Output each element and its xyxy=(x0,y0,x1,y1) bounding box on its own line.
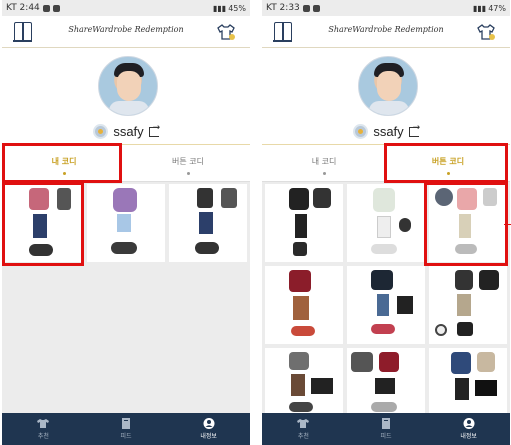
nav-profile[interactable]: 내정보 xyxy=(427,413,510,445)
outfit-grid xyxy=(262,182,510,428)
user-line: ssafy xyxy=(262,123,510,139)
outfit-card[interactable] xyxy=(429,184,507,262)
avatar xyxy=(358,56,418,116)
nav-feed[interactable]: 피드 xyxy=(345,413,428,445)
outfit-card[interactable] xyxy=(5,184,83,262)
shirt-hanger-icon[interactable] xyxy=(216,22,236,42)
status-time: KT 2:33 xyxy=(266,3,300,13)
bottom-navigation: 추천 피드 내정보 xyxy=(2,413,250,445)
outfit-card[interactable] xyxy=(429,266,507,344)
book-icon xyxy=(382,418,390,429)
status-bar: KT 2:44 ▮▮▮ 45% xyxy=(2,0,250,16)
tab-saved-outfits[interactable]: 버튼 코디 xyxy=(126,145,250,181)
app-title: ShareWardrobe Redemption xyxy=(328,25,444,34)
level-badge-icon xyxy=(353,124,369,139)
nav-label: 내정보 xyxy=(460,433,477,440)
annotation-pointer xyxy=(504,224,511,225)
shirt-hanger-icon[interactable] xyxy=(476,22,496,42)
status-bar: KT 2:33 ▮▮▮ 47% xyxy=(262,0,510,16)
app-bar: ShareWardrobe Redemption xyxy=(262,16,510,48)
outfit-card[interactable] xyxy=(87,184,165,262)
image-icon xyxy=(52,4,60,12)
nav-label: 추천 xyxy=(297,433,309,440)
shirt-icon xyxy=(297,419,310,428)
logout-icon[interactable] xyxy=(408,123,420,137)
tab-label: 버튼 코디 xyxy=(172,157,204,166)
logout-icon[interactable] xyxy=(148,123,160,137)
nav-label: 피드 xyxy=(380,433,392,440)
nav-recommend[interactable]: 추천 xyxy=(262,413,345,445)
username: ssafy xyxy=(373,124,404,139)
person-circle-icon xyxy=(203,418,215,429)
outfit-card[interactable] xyxy=(347,266,425,344)
bottom-navigation: 추천 피드 내정보 xyxy=(262,413,510,445)
nav-label: 내정보 xyxy=(200,433,217,440)
nav-recommend[interactable]: 추천 xyxy=(2,413,85,445)
signal-icon: ▮▮▮ xyxy=(213,3,227,13)
status-time: KT 2:44 xyxy=(6,3,40,13)
person-circle-icon xyxy=(463,418,475,429)
battery-level: 45% xyxy=(228,3,246,13)
phone-screen-my-outfits: KT 2:44 ▮▮▮ 45% ShareWardrobe Redemption … xyxy=(2,0,250,445)
outfit-card[interactable] xyxy=(265,266,343,344)
nav-label: 피드 xyxy=(120,433,132,440)
notification-icon xyxy=(302,4,310,12)
nav-profile[interactable]: 내정보 xyxy=(167,413,250,445)
battery-level: 47% xyxy=(488,3,506,13)
tab-label: 버튼 코디 xyxy=(431,157,465,166)
user-line: ssafy xyxy=(2,123,250,139)
image-icon xyxy=(312,4,320,12)
outfit-card[interactable] xyxy=(347,184,425,262)
phone-screen-saved-outfits: KT 2:33 ▮▮▮ 47% ShareWardrobe Redemption … xyxy=(262,0,510,445)
profile-section: ssafy xyxy=(262,48,510,144)
app-bar: ShareWardrobe Redemption xyxy=(2,16,250,48)
tab-saved-outfits[interactable]: 버튼 코디 xyxy=(386,145,510,181)
nav-feed[interactable]: 피드 xyxy=(85,413,168,445)
level-badge-icon xyxy=(93,124,109,139)
tab-my-outfits[interactable]: 내 코디 xyxy=(262,145,386,181)
signal-icon: ▮▮▮ xyxy=(473,3,487,13)
avatar xyxy=(98,56,158,116)
notification-icon xyxy=(42,4,50,12)
tab-label: 내 코디 xyxy=(311,157,337,166)
comparison-screenshot: KT 2:44 ▮▮▮ 45% ShareWardrobe Redemption … xyxy=(0,0,511,445)
outfit-card[interactable] xyxy=(265,184,343,262)
app-title: ShareWardrobe Redemption xyxy=(68,25,184,34)
tab-label: 내 코디 xyxy=(51,157,77,166)
shirt-icon xyxy=(37,419,50,428)
profile-section: ssafy xyxy=(2,48,250,144)
outfit-grid xyxy=(2,182,250,264)
outfit-card[interactable] xyxy=(169,184,247,262)
username: ssafy xyxy=(113,124,144,139)
book-icon xyxy=(122,418,130,429)
nav-label: 추천 xyxy=(37,433,49,440)
tab-my-outfits[interactable]: 내 코디 xyxy=(2,145,126,181)
outfit-tabs: 내 코디 버튼 코디 xyxy=(262,144,510,182)
outfit-tabs: 내 코디 버튼 코디 xyxy=(2,144,250,182)
